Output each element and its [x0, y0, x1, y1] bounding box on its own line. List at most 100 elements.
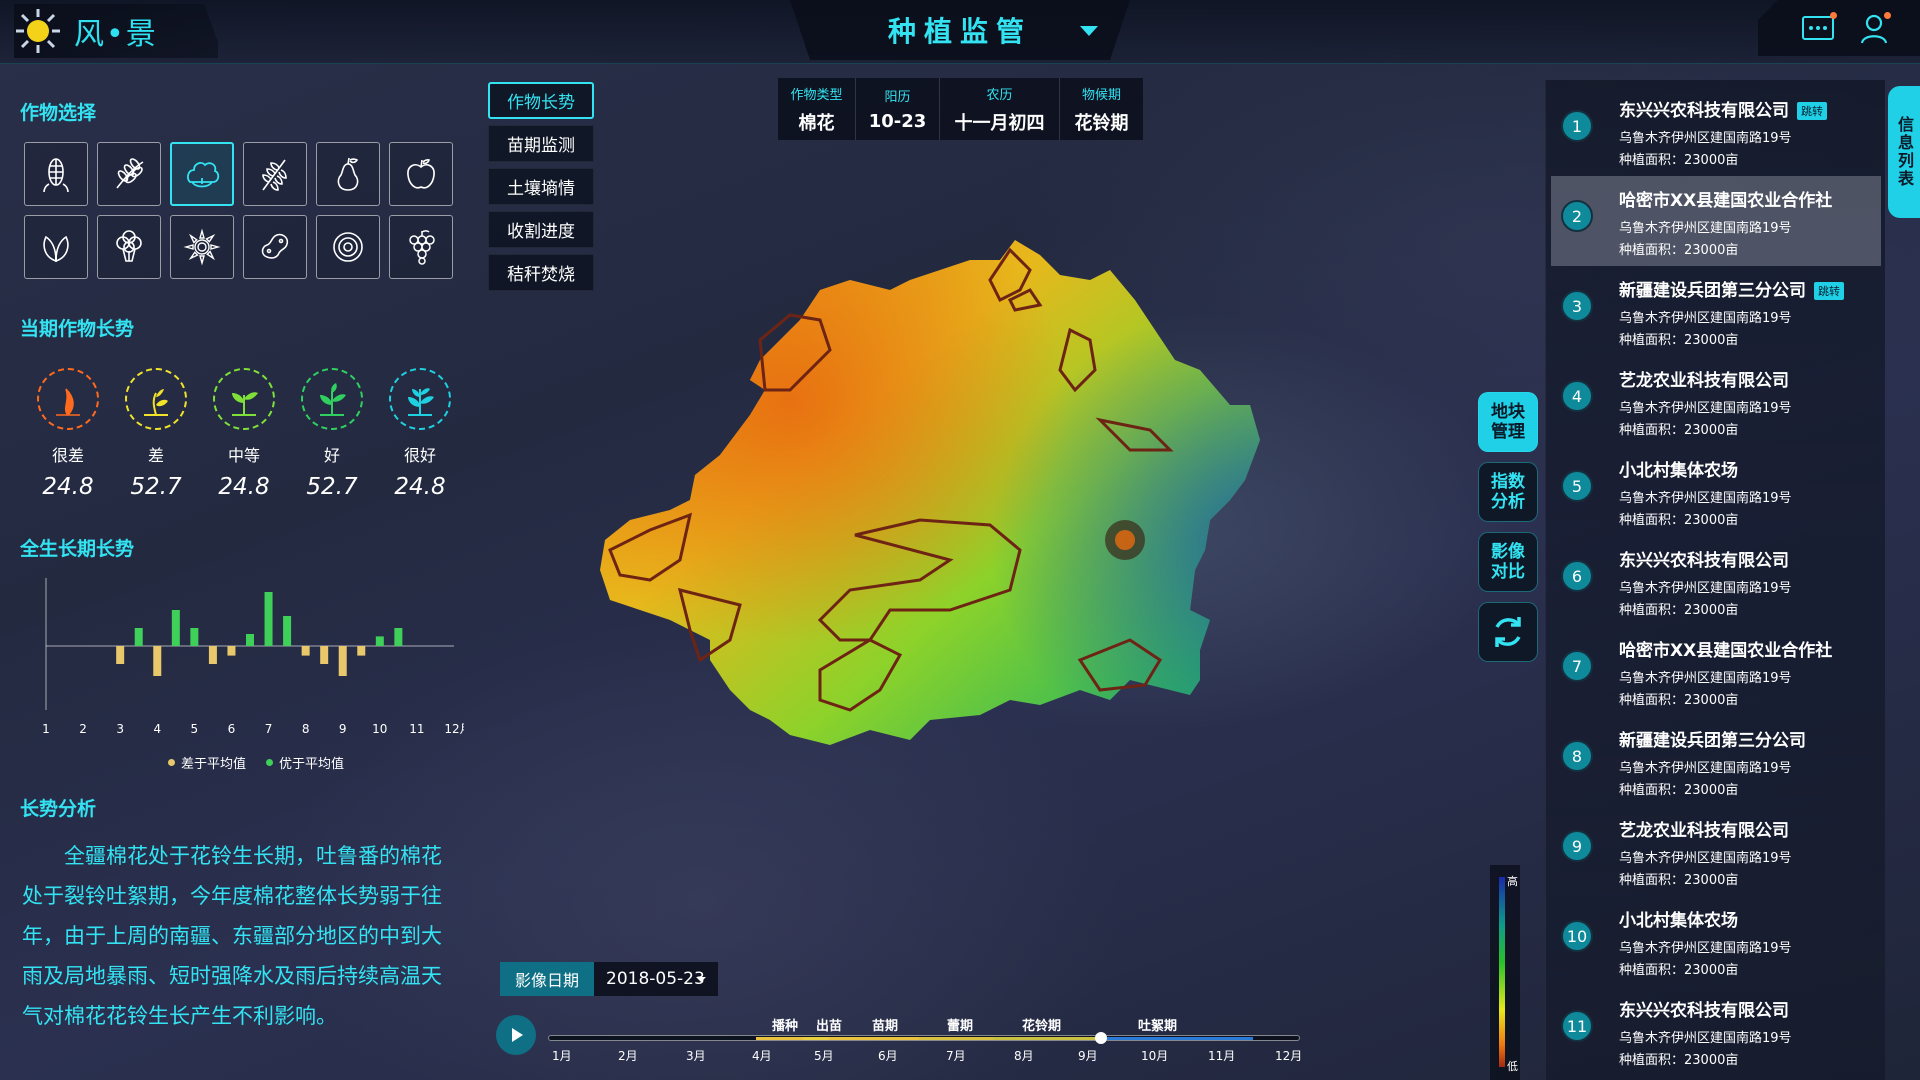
index-analysis-button[interactable]: 指数分析 [1478, 462, 1538, 522]
map-tools: 地块管理 指数分析 影像对比 [1478, 392, 1538, 672]
company-address: 乌鲁木齐伊州区建国南路19号 [1619, 221, 1792, 236]
rice-icon [116, 158, 144, 189]
company-address: 乌鲁木齐伊州区建国南路19号 [1619, 941, 1792, 956]
crop-grape[interactable] [389, 215, 453, 279]
company-address: 乌鲁木齐伊州区建国南路19号 [1619, 491, 1792, 506]
legend-below-dot [168, 759, 175, 766]
cauliflower-icon [116, 230, 142, 262]
x-tick-label: 2 [79, 722, 87, 736]
company-number: 9 [1561, 830, 1593, 862]
x-tick-label: 11 [409, 722, 424, 736]
tab-crop-growth[interactable]: 作物长势 [488, 82, 594, 119]
jump-tag[interactable]: 跳转 [1797, 102, 1827, 120]
month-label: 8月 [1014, 1049, 1034, 1063]
x-tick-label: 7 [265, 722, 273, 736]
color-legend: 高 低 [1490, 865, 1520, 1080]
bar [227, 646, 236, 656]
crop-corn[interactable] [24, 142, 88, 206]
company-item[interactable]: 1 东兴兴农科技有限公司 跳转 乌鲁木齐伊州区建国南路19号 种植面积：23000… [1551, 86, 1881, 176]
company-area: 种植面积：23000亩 [1619, 333, 1739, 348]
company-item[interactable]: 4 艺龙农业科技有限公司 乌鲁木齐伊州区建国南路19号 种植面积：23000亩 [1551, 356, 1881, 446]
month-label: 1月 [552, 1049, 572, 1063]
stage-label: 苗期 [872, 1019, 899, 1034]
stage-label: 蕾期 [947, 1019, 974, 1034]
message-icon[interactable] [1802, 16, 1834, 40]
company-address: 乌鲁木齐伊州区建国南路19号 [1619, 761, 1792, 776]
crop-peanut[interactable] [243, 215, 307, 279]
company-item[interactable]: 5 小北村集体农场 乌鲁木齐伊州区建国南路19号 种植面积：23000亩 [1551, 446, 1881, 536]
company-item[interactable]: 8 新疆建设兵团第三分公司 乌鲁木齐伊州区建国南路19号 种植面积：23000亩 [1551, 716, 1881, 806]
company-address: 乌鲁木齐伊州区建国南路19号 [1619, 131, 1792, 146]
info-solar-date: 阳历 10-23 [856, 78, 940, 140]
growth-value: 52.7 [306, 474, 358, 500]
user-icon[interactable] [1860, 14, 1888, 44]
image-compare-label: 影像对比 [1491, 542, 1525, 582]
company-item[interactable]: 3 新疆建设兵团第三分公司 跳转 乌鲁木齐伊州区建国南路19号 种植面积：2300… [1551, 266, 1881, 356]
bar [153, 646, 162, 676]
company-item[interactable]: 11 东兴兴农科技有限公司 乌鲁木齐伊州区建国南路19号 种植面积：23000亩 [1551, 986, 1881, 1076]
company-area: 种植面积：23000亩 [1619, 1053, 1739, 1068]
company-address: 乌鲁木齐伊州区建国南路19号 [1619, 1031, 1792, 1046]
growth-chart: 1 2 3 4 5 6 7 8 9 10 11 12月份 [24, 570, 484, 770]
timeline-track[interactable] [548, 1035, 1300, 1041]
user-notification-dot [1884, 12, 1891, 19]
company-area: 种植面积：23000亩 [1619, 243, 1739, 258]
info-value: 十一月初四 [954, 112, 1045, 134]
month-label: 3月 [686, 1049, 706, 1063]
play-button[interactable] [496, 1015, 536, 1055]
x-tick-label: 9 [339, 722, 347, 736]
company-item[interactable]: 9 艺龙农业科技有限公司 乌鲁木齐伊州区建国南路19号 种植面积：23000亩 [1551, 806, 1881, 896]
company-number: 11 [1561, 1010, 1593, 1042]
tab-straw-burning[interactable]: 秸秆焚烧 [488, 254, 594, 291]
company-name: 新疆建设兵团第三分公司 [1619, 731, 1806, 751]
company-item[interactable]: 6 东兴兴农科技有限公司 乌鲁木齐伊州区建国南路19号 种植面积：23000亩 [1551, 536, 1881, 626]
crop-sunflower[interactable] [170, 215, 234, 279]
month-label: 5月 [814, 1049, 834, 1063]
growth-medium: 中等 24.8 [200, 368, 288, 500]
crop-cauliflower[interactable] [97, 215, 161, 279]
crop-wheat[interactable] [243, 142, 307, 206]
region-growth-map[interactable] [590, 230, 1390, 920]
company-number: 5 [1561, 470, 1593, 502]
peanut-icon [261, 233, 289, 259]
growth-value: 24.8 [218, 474, 270, 500]
growth-value: 24.8 [394, 474, 446, 500]
image-compare-button[interactable]: 影像对比 [1478, 532, 1538, 592]
crop-apple[interactable] [389, 142, 453, 206]
refresh-button[interactable] [1478, 602, 1538, 662]
month-label: 6月 [878, 1049, 898, 1063]
crop-rice[interactable] [97, 142, 161, 206]
young-plant-icon [301, 368, 363, 430]
tab-harvest[interactable]: 收割进度 [488, 211, 594, 248]
image-date-dropdown[interactable]: 2018-05-23 [594, 962, 718, 996]
stage-seedling-segment [829, 1037, 919, 1040]
bar [134, 628, 143, 646]
bar [301, 646, 310, 656]
seedling-icon [213, 368, 275, 430]
company-item[interactable]: 10 小北村集体农场 乌鲁木齐伊州区建国南路19号 种植面积：23000亩 [1551, 896, 1881, 986]
company-item[interactable]: 7 哈密市XX县建国农业合作社 乌鲁木齐伊州区建国南路19号 种植面积：2300… [1551, 626, 1881, 716]
timeline-handle[interactable] [1094, 1032, 1107, 1044]
company-name: 东兴兴农科技有限公司 跳转 [1619, 96, 1827, 121]
company-item[interactable]: 2 哈密市XX县建国农业合作社 乌鲁木齐伊州区建国南路19号 种植面积：2300… [1551, 176, 1881, 266]
growth-very-poor: 很差 24.8 [24, 368, 112, 500]
current-growth-title: 当期作物长势 [20, 318, 135, 340]
bar [394, 628, 403, 646]
info-list-tab[interactable]: 信息列表 [1888, 86, 1920, 218]
crop-pear[interactable] [316, 142, 380, 206]
x-tick-label: 12月份 [444, 722, 464, 736]
growth-timeline[interactable]: 播种 出苗 苗期 蕾期 花铃期 吐絮期 1月 2月 3月 4月 5月 6月 7月… [544, 1005, 1304, 1065]
app-logo[interactable]: 风•景 [14, 4, 218, 58]
jump-tag[interactable]: 跳转 [1814, 282, 1844, 300]
tab-soil[interactable]: 土壤墒情 [488, 168, 594, 205]
plot-management-button[interactable]: 地块管理 [1478, 392, 1538, 452]
refresh-icon [1495, 617, 1521, 647]
chevron-down-icon[interactable] [1080, 26, 1098, 36]
title-dropdown[interactable]: 种植监管 [790, 0, 1130, 60]
crop-leaf[interactable] [24, 215, 88, 279]
crop-cotton[interactable] [170, 142, 234, 206]
company-name: 小北村集体农场 [1619, 911, 1738, 931]
crop-melon[interactable] [316, 215, 380, 279]
company-name: 东兴兴农科技有限公司 [1619, 551, 1789, 571]
tab-seedling[interactable]: 苗期监测 [488, 125, 594, 162]
